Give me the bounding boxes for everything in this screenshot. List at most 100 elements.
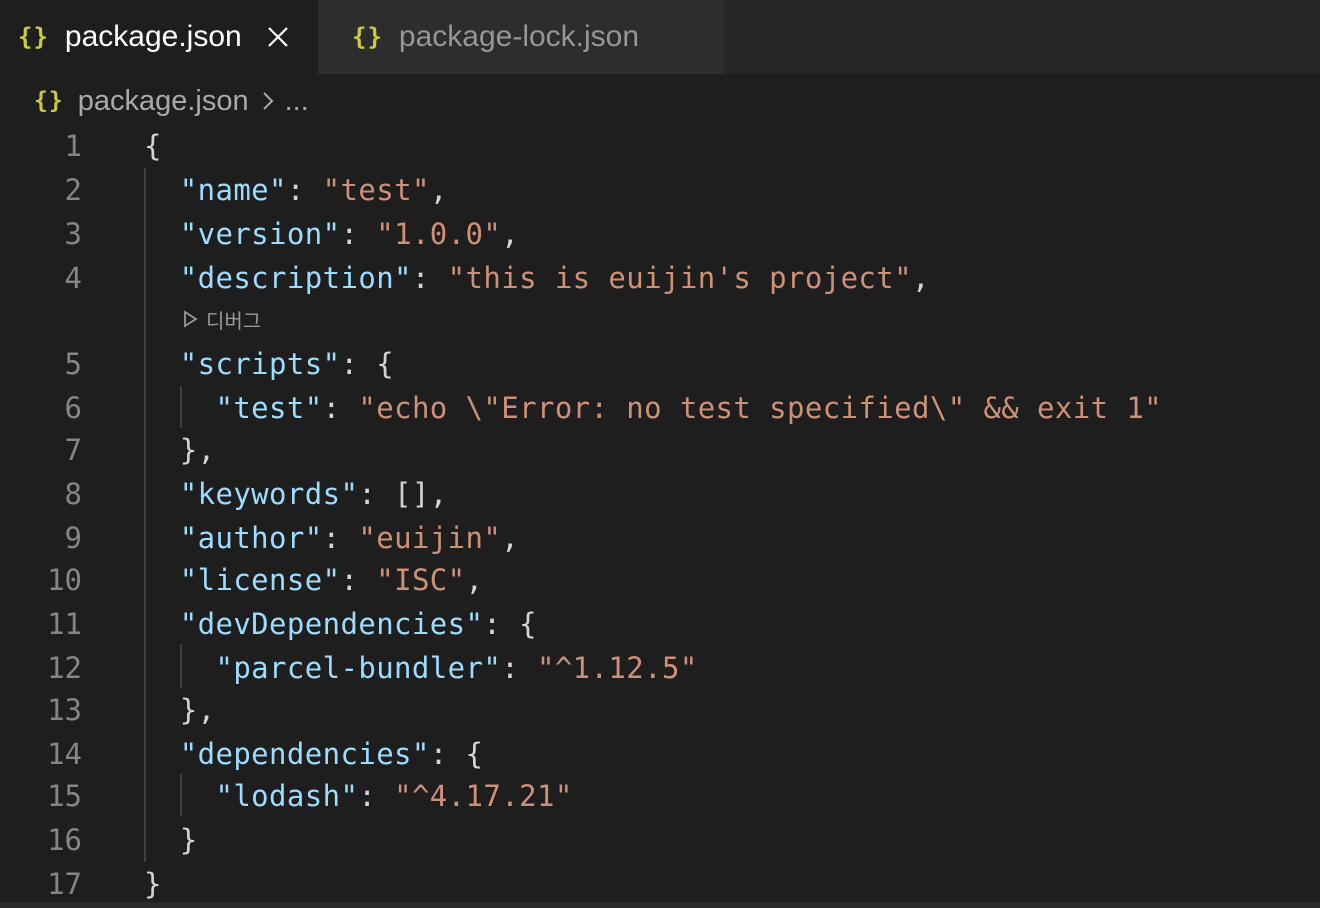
close-icon[interactable] (264, 23, 292, 51)
breadcrumb-file[interactable]: package.json (78, 85, 249, 118)
json-token: } (144, 867, 162, 901)
json-token: , (912, 261, 930, 295)
debug-codelens[interactable]: 디버그 (182, 302, 261, 336)
breadcrumb: {} package.json ... (34, 78, 309, 124)
json-braces-icon: {} (18, 23, 49, 51)
indent-guide (180, 774, 182, 816)
code-text: "test": "echo \"Error: no test specified… (144, 386, 1162, 430)
horizontal-scrollbar-track[interactable] (0, 902, 1320, 908)
line-number: 6 (64, 391, 82, 425)
json-token: , (429, 173, 448, 207)
tab-package-json[interactable]: {} package.json (0, 0, 318, 74)
code-line[interactable]: 17} (0, 862, 1320, 906)
json-token: : [], (358, 477, 448, 511)
line-number: 14 (47, 737, 82, 771)
code-line[interactable]: 3 "version": "1.0.0", (0, 212, 1320, 256)
json-string: "ISC" (376, 563, 466, 597)
json-string: "echo \"Error: no test specified\" && ex… (358, 391, 1163, 425)
json-key: "scripts" (179, 347, 341, 381)
line-number: 3 (64, 217, 82, 251)
code-text: }, (144, 688, 215, 732)
code-line[interactable]: 15 "lodash": "^4.17.21" (0, 774, 1320, 818)
code-editor[interactable]: 1{2 "name": "test", 3 "version": "1.0.0",… (0, 124, 1320, 908)
code-line[interactable]: 14 "dependencies": { (0, 732, 1320, 776)
code-line[interactable]: 2 "name": "test", (0, 168, 1320, 212)
code-text: } (144, 862, 162, 906)
code-line[interactable]: 11 "devDependencies": { (0, 602, 1320, 646)
code-line[interactable]: 1{ (0, 124, 1320, 168)
json-token: , (465, 563, 484, 597)
line-number: 9 (64, 521, 82, 555)
code-line[interactable]: 7 }, (0, 428, 1320, 472)
line-number: 17 (47, 867, 82, 901)
code-line[interactable]: 5 "scripts": { (0, 342, 1320, 386)
code-line[interactable]: 4 "description": "this is euijin's proje… (0, 256, 1320, 300)
json-token: : { (340, 347, 395, 381)
json-token: : (286, 173, 323, 207)
json-key: "test" (215, 391, 323, 425)
json-token: : (340, 217, 377, 251)
json-braces-icon: {} (352, 23, 383, 51)
json-token: : { (483, 607, 537, 641)
json-braces-icon: {} (34, 88, 64, 114)
indent-guide (144, 168, 146, 862)
json-string: "test" (322, 173, 430, 207)
json-token: : (322, 521, 359, 555)
json-token: { (144, 129, 162, 163)
code-line[interactable]: 10 "license": "ISC", (0, 558, 1320, 602)
json-token: : (501, 651, 537, 685)
json-string: "^4.17.21" (394, 779, 573, 813)
json-string: "1.0.0" (376, 217, 502, 251)
code-text: "version": "1.0.0", (144, 212, 519, 256)
code-text: "devDependencies": { (144, 602, 537, 646)
json-token: , (501, 521, 520, 555)
indent-guide (180, 644, 182, 688)
json-token: } (179, 823, 198, 857)
line-number: 11 (47, 607, 82, 641)
line-number: 5 (64, 347, 82, 381)
tab-label: package-lock.json (398, 20, 640, 53)
json-key: "devDependencies" (179, 607, 484, 641)
code-text: "keywords": [], (144, 472, 448, 516)
json-token: : (411, 261, 448, 295)
json-token: : (358, 779, 395, 813)
code-line[interactable]: 12 "parcel-bundler": "^1.12.5" (0, 646, 1320, 690)
code-line[interactable]: 6 "test": "echo \"Error: no test specifi… (0, 386, 1320, 430)
line-number: 13 (47, 693, 82, 727)
json-key: "license" (179, 563, 341, 597)
breadcrumb-more[interactable]: ... (285, 85, 309, 118)
tab-bar: {} package.json {} package-lock.json (0, 0, 1320, 74)
play-icon (182, 310, 198, 328)
code-text: "name": "test", (144, 168, 448, 212)
code-text: "description": "this is euijin's project… (144, 256, 930, 300)
line-number: 10 (47, 563, 82, 597)
code-text: "license": "ISC", (144, 558, 483, 602)
line-number: 12 (47, 651, 82, 685)
code-text: { (144, 124, 162, 168)
code-line[interactable]: 16 } (0, 818, 1320, 862)
code-line[interactable]: 8 "keywords": [], (0, 472, 1320, 516)
line-number: 2 (64, 173, 82, 207)
json-token: : (340, 563, 377, 597)
code-text: "author": "euijin", (144, 516, 519, 560)
json-token: : { (429, 737, 484, 771)
json-token: , (501, 217, 520, 251)
json-key: "name" (179, 173, 287, 207)
line-number: 16 (47, 823, 82, 857)
json-key: "description" (179, 261, 412, 295)
tab-package-lock-json[interactable]: {} package-lock.json (318, 0, 724, 74)
json-key: "dependencies" (179, 737, 430, 771)
json-key: "keywords" (179, 477, 359, 511)
code-line[interactable]: 13 }, (0, 688, 1320, 732)
json-key: "version" (179, 217, 341, 251)
code-text: "dependencies": { (144, 732, 483, 776)
code-line[interactable]: 9 "author": "euijin", (0, 516, 1320, 560)
